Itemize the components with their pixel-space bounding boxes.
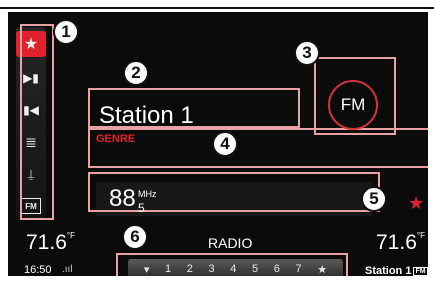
frequency-main: 88 [109,185,136,212]
preset-bar: ▾ 1 2 3 4 5 6 7 ★ [128,259,343,276]
preset-7[interactable]: 7 [295,263,301,275]
preset-down-arrow-icon[interactable]: ▾ [144,263,150,276]
footer-band-icon: FM [413,266,428,276]
callout-2: 2 [123,60,149,86]
preset-3[interactable]: 3 [208,263,214,275]
frequency-unit: MHz [138,189,157,199]
preset-2[interactable]: 2 [187,263,193,275]
clock: 16:50 [24,264,52,276]
frequency-decimal: 5 [138,201,145,215]
temperature-left: 71.6°F [26,231,75,254]
manual-figure: ★ ▶▮ ▮◀ ≣ ⍊ FM Station 1 GENRE FM 88 MHz… [0,0,434,282]
station-name: Station 1 [99,102,194,129]
preset-4[interactable]: 4 [230,263,236,275]
band-indicator[interactable]: FM [328,80,378,130]
callout-4: 4 [212,131,238,157]
figure-top-rule [0,7,434,9]
preset-star-icon[interactable]: ★ [317,263,327,276]
source-title: RADIO [208,235,253,251]
callout-6: 6 [122,224,148,250]
callout-1: 1 [53,19,79,45]
preset-5[interactable]: 5 [252,263,258,275]
temperature-right: 71.6°F [376,231,425,254]
favorite-indicator-icon[interactable]: ★ [408,193,424,214]
callout-5: 5 [361,186,387,212]
preset-1[interactable]: 1 [165,263,171,275]
signal-strength-icon: .ııl [62,264,73,275]
callout-3: 3 [294,40,320,66]
callout-outline-1 [20,24,54,220]
preset-6[interactable]: 6 [274,263,280,275]
footer-station: Station 1 FM [365,265,428,276]
